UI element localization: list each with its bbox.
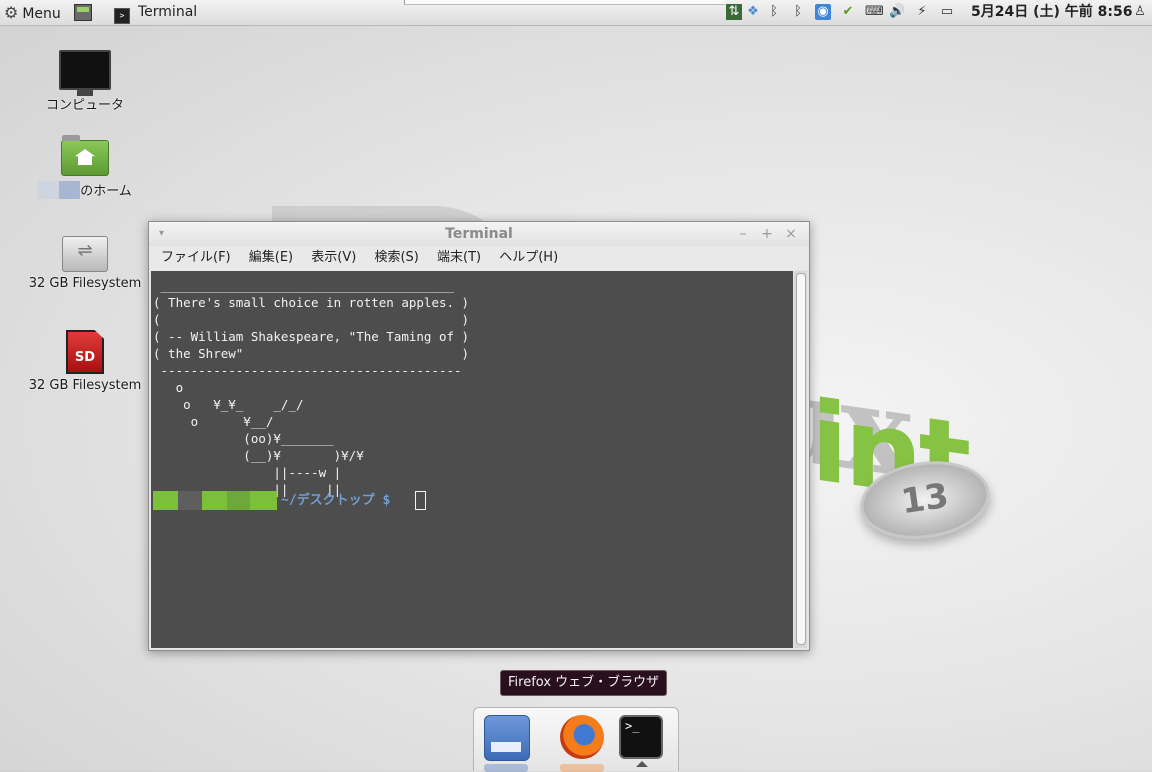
panel-edge [404, 0, 725, 5]
menu-search[interactable]: 検索(S) [374, 246, 418, 270]
keyboard-icon[interactable]: ⌨ [865, 4, 884, 20]
desktop-icon-label: 32 GB Filesystem [28, 276, 142, 291]
desktop-icon-label: コンピュータ [45, 98, 124, 113]
terminal-window[interactable]: ▾ Terminal – + × ファイル(F) 編集(E) 表示(V) 検索(… [148, 221, 810, 651]
home-label-text: のホーム [80, 184, 132, 199]
desktop-icon-sd-card[interactable]: SD 32 GB Filesystem [25, 330, 145, 393]
terminal-prompt-glyph: >_ [625, 719, 640, 733]
desktop-icon-computer[interactable]: コンピュータ [25, 50, 145, 113]
desktop-icon-label: 32 GB Filesystem [28, 378, 142, 393]
home-folder-icon [61, 135, 109, 176]
sd-card-icon: SD [66, 330, 104, 374]
menu-button[interactable]: ⚙ Menu [4, 0, 61, 25]
redacted-user-block [153, 491, 178, 510]
prompt-path: ~/デスクトップ $ [281, 493, 391, 508]
volume-icon[interactable]: 🔊 [889, 4, 905, 20]
desktop-icon-usb-drive[interactable]: ⇌ 32 GB Filesystem [25, 236, 145, 291]
menu-view[interactable]: 表示(V) [311, 246, 356, 270]
terminal-dock-icon[interactable]: >_ [619, 715, 663, 759]
clock[interactable]: 5月24日 (土) 午前 8:56 [971, 0, 1132, 25]
monitor-icon [59, 50, 111, 96]
gear-icon: ⚙ [4, 3, 19, 22]
desktop-icon-home[interactable]: のホーム [25, 135, 145, 199]
taskbar-terminal-button[interactable]: > Terminal [114, 0, 197, 25]
house-icon [75, 149, 95, 165]
redacted-user-block [178, 491, 202, 510]
menu-label: Menu [22, 6, 61, 22]
terminal-title: Terminal [445, 226, 513, 242]
dock: >_ [473, 707, 679, 772]
terminal-scrollbar[interactable] [794, 271, 807, 648]
menu-help[interactable]: ヘルプ(H) [499, 246, 558, 270]
battery-icon[interactable]: ▭ [939, 4, 955, 20]
redacted-host-block [202, 491, 227, 510]
redacted-host-block [227, 491, 250, 510]
network-manager-icon[interactable]: ⇅ [726, 4, 742, 20]
firefox-icon[interactable] [560, 715, 604, 759]
running-indicator [636, 761, 648, 767]
terminal-output: _______________________________________ … [153, 278, 470, 497]
update-manager-icon[interactable]: ✔ [840, 4, 856, 20]
wifi-icon[interactable]: ◉ [815, 4, 831, 20]
menu-file[interactable]: ファイル(F) [161, 246, 231, 270]
dropbox-icon[interactable]: ❖ [745, 4, 761, 20]
usb-drive-icon: ⇌ [62, 236, 108, 272]
scrollbar-thumb[interactable] [796, 273, 806, 645]
menu-edit[interactable]: 編集(E) [249, 246, 293, 270]
dock-reflection [560, 764, 604, 772]
power-plug-icon[interactable]: ⚡ [914, 4, 930, 20]
redacted-host-block [250, 491, 277, 510]
maximize-icon[interactable]: + [759, 222, 775, 246]
dock-reflection [484, 764, 528, 772]
menu-terminal[interactable]: 端末(T) [437, 246, 481, 270]
close-icon[interactable]: × [783, 222, 799, 246]
sd-badge: SD [74, 350, 96, 365]
terminal-titlebar[interactable]: ▾ Terminal – + × [149, 222, 809, 246]
show-desktop-button[interactable] [74, 4, 92, 21]
terminal-menubar: ファイル(F) 編集(E) 表示(V) 検索(S) 端末(T) ヘルプ(H) [149, 246, 809, 270]
redacted-username [38, 181, 81, 199]
minimize-icon[interactable]: – [735, 222, 751, 246]
bluetooth-icon[interactable]: ᛒ [766, 4, 782, 20]
desktop-icon-label: のホーム [25, 180, 145, 199]
user-icon[interactable]: ♙ [1132, 4, 1148, 20]
bluetooth-icon[interactable]: ᛒ [790, 4, 806, 20]
show-desktop-dock-icon[interactable] [484, 715, 530, 761]
top-panel: ⚙ Menu > Terminal ⇅ ❖ ᛒ ᛒ ◉ ✔ ⌨ 🔊 ⚡ ▭ 5月24… [0, 0, 1152, 26]
taskbar-terminal-label: Terminal [138, 4, 198, 20]
text-cursor [415, 491, 426, 510]
terminal-screen[interactable]: _______________________________________ … [151, 271, 793, 648]
terminal-icon: > [114, 8, 130, 24]
firefox-tooltip: Firefox ウェブ・ブラウザ [500, 670, 668, 696]
